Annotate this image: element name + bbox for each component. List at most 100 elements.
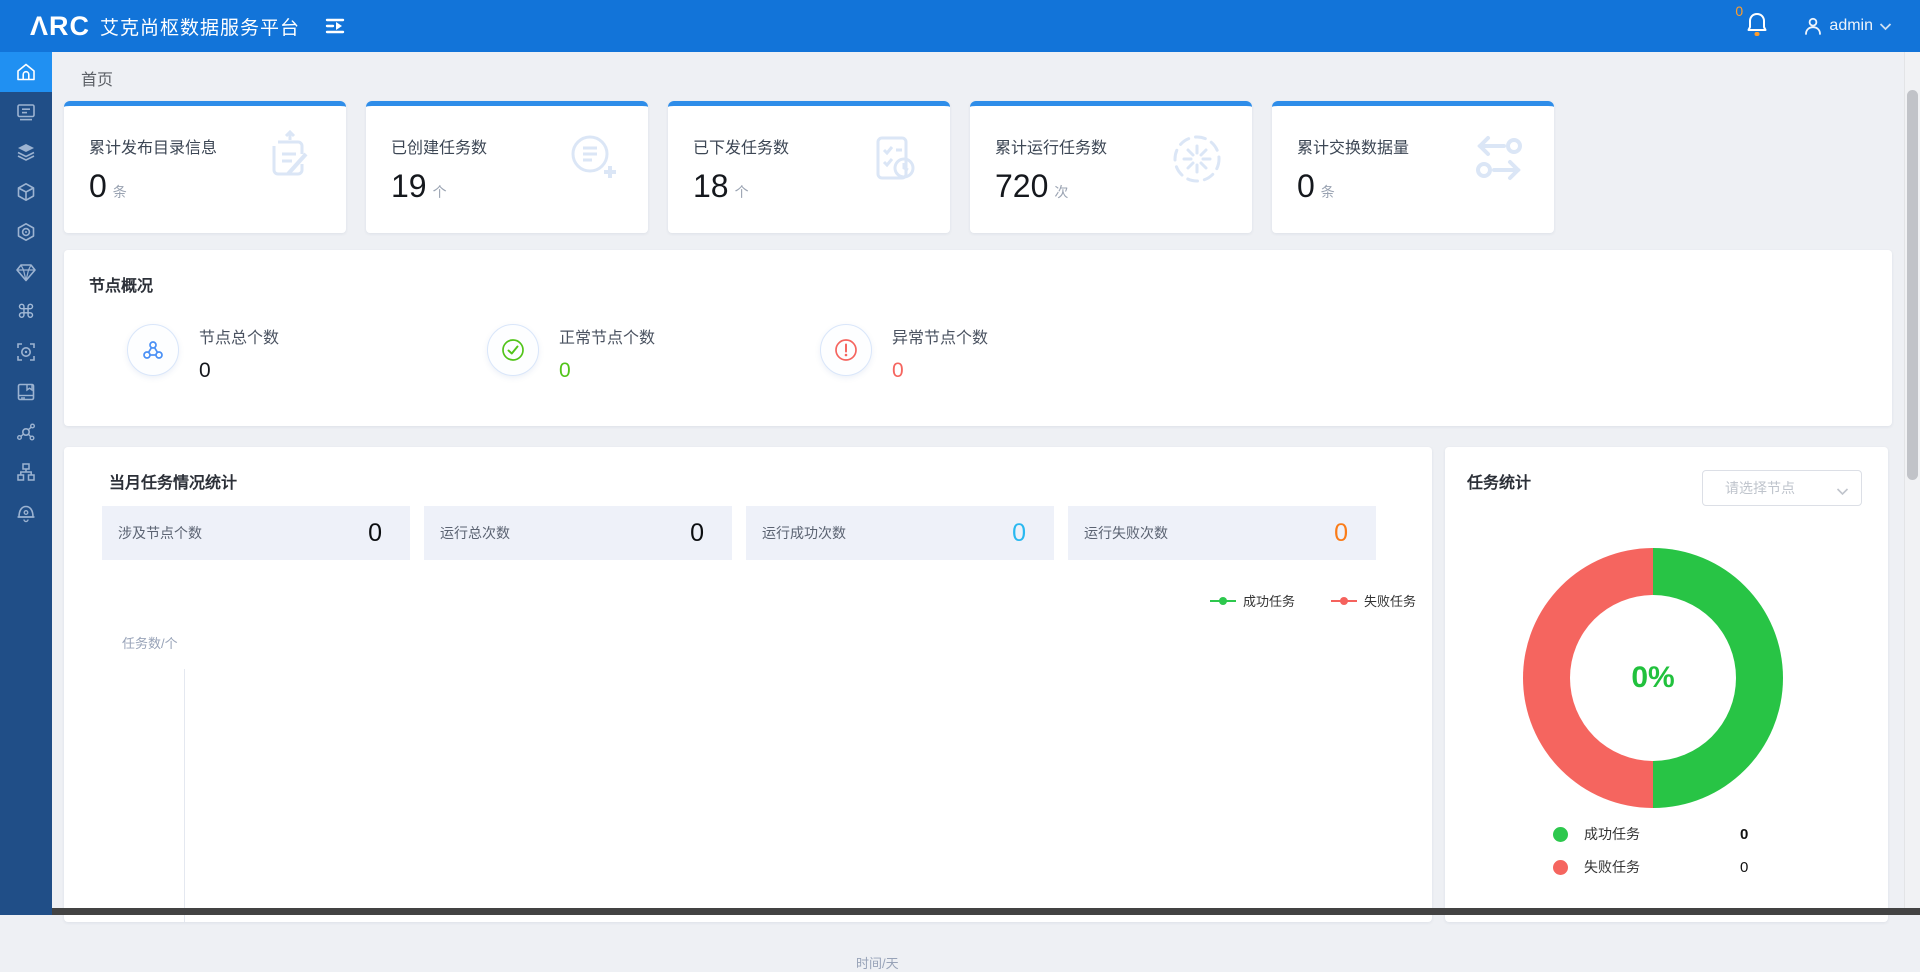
pie-value: 0 bbox=[1740, 826, 1748, 843]
bell-icon bbox=[1745, 11, 1769, 37]
sidebar-item-gem[interactable] bbox=[0, 252, 52, 292]
stat-label: 累计交换数据量 bbox=[1297, 134, 1409, 158]
line-chart-legend: 成功任务 失败任务 bbox=[1210, 591, 1416, 610]
x-axis-label: 时间/天 bbox=[856, 953, 899, 972]
home-icon bbox=[15, 61, 37, 83]
node-abnormal-item: 异常节点个数 0 bbox=[820, 324, 988, 383]
pie-label: 失败任务 bbox=[1584, 857, 1704, 877]
username: admin bbox=[1829, 17, 1873, 35]
sidebar-item-archive[interactable] bbox=[0, 372, 52, 412]
stat-box-failed-runs: 运行失败次数 0 bbox=[1068, 506, 1376, 560]
sidebar-item-layers[interactable] bbox=[0, 132, 52, 172]
sitemap-icon bbox=[15, 461, 37, 483]
stat-card-created-tasks: 已创建任务数 19 个 bbox=[366, 101, 648, 233]
alarm-icon bbox=[15, 501, 37, 523]
notification-bell[interactable]: 0 bbox=[1745, 11, 1769, 42]
document-edit-icon bbox=[260, 128, 322, 195]
stat-value: 720 bbox=[995, 168, 1048, 205]
y-axis-label: 任务数/个 bbox=[122, 633, 178, 652]
sidebar-item-home[interactable] bbox=[0, 52, 52, 92]
stat-card-catalog: 累计发布目录信息 0 条 bbox=[64, 101, 346, 233]
green-dot-icon bbox=[1553, 827, 1568, 842]
pie-value: 0 bbox=[1740, 859, 1748, 876]
notification-badge: 0 bbox=[1735, 3, 1743, 19]
warning-circle-icon bbox=[820, 324, 872, 376]
gem-icon bbox=[15, 261, 37, 283]
node-value: 0 bbox=[892, 359, 988, 383]
scan-target-icon bbox=[15, 341, 37, 363]
pie-label: 成功任务 bbox=[1584, 824, 1704, 844]
stat-card-run-tasks: 累计运行任务数 720 次 bbox=[970, 101, 1252, 233]
stat-unit: 条 bbox=[113, 182, 127, 202]
stat-label: 累计运行任务数 bbox=[995, 134, 1107, 158]
task-clock-icon bbox=[864, 128, 926, 195]
breadcrumb[interactable]: 首页 bbox=[81, 66, 113, 90]
box-value: 0 bbox=[1012, 519, 1026, 548]
section-title: 当月任务情况统计 bbox=[109, 469, 237, 493]
stat-value: 19 bbox=[391, 168, 427, 205]
chevron-down-icon bbox=[1836, 483, 1849, 501]
sidebar-item-monitor[interactable] bbox=[0, 92, 52, 132]
node-select[interactable]: 请选择节点 bbox=[1702, 470, 1862, 506]
sidebar-nav: ⌘ bbox=[0, 52, 52, 915]
stat-card-dispatched-tasks: 已下发任务数 18 个 bbox=[668, 101, 950, 233]
swap-arrows-icon bbox=[1468, 128, 1530, 195]
stat-value: 18 bbox=[693, 168, 729, 205]
stat-label: 已下发任务数 bbox=[693, 134, 789, 158]
stat-unit: 个 bbox=[433, 182, 447, 202]
stat-label: 已创建任务数 bbox=[391, 134, 487, 158]
stat-box-nodes: 涉及节点个数 0 bbox=[102, 506, 410, 560]
monitor-icon bbox=[15, 101, 37, 123]
box-value: 0 bbox=[690, 519, 704, 548]
node-overview-section: 节点概况 节点总个数 0 bbox=[64, 250, 1892, 426]
stat-card-exchanged-data: 累计交换数据量 0 条 bbox=[1272, 101, 1554, 233]
cube-3d-icon bbox=[15, 181, 37, 203]
arc-logo: ΛRC bbox=[30, 13, 90, 40]
pie-legend-fail[interactable]: 失败任务 0 bbox=[1553, 857, 1748, 877]
stat-unit: 次 bbox=[1054, 182, 1068, 202]
scrollbar-thumb[interactable] bbox=[1907, 90, 1918, 480]
legend-label: 失败任务 bbox=[1364, 591, 1416, 610]
node-value: 0 bbox=[199, 359, 279, 383]
scrollbar-track[interactable] bbox=[1904, 52, 1920, 915]
sidebar-item-scan[interactable] bbox=[0, 332, 52, 372]
donut-percentage: 0% bbox=[1631, 661, 1674, 695]
box-label: 涉及节点个数 bbox=[118, 523, 202, 543]
sidebar-item-share[interactable] bbox=[0, 412, 52, 452]
donut-center: 0% bbox=[1570, 595, 1736, 761]
check-circle-icon bbox=[487, 324, 539, 376]
select-placeholder: 请选择节点 bbox=[1725, 478, 1795, 498]
app-header: ΛRC 艾克尚枢数据服务平台 0 admin bbox=[0, 0, 1920, 52]
legend-fail[interactable]: 失败任务 bbox=[1331, 591, 1416, 610]
y-axis-line bbox=[184, 669, 185, 922]
node-label: 异常节点个数 bbox=[892, 324, 988, 348]
stat-value: 0 bbox=[89, 168, 107, 205]
line-dot-icon bbox=[1331, 597, 1357, 605]
box-label: 运行总次数 bbox=[440, 523, 510, 543]
sidebar-item-alarm[interactable] bbox=[0, 492, 52, 532]
user-icon bbox=[1803, 16, 1823, 36]
node-label: 节点总个数 bbox=[199, 324, 279, 348]
stat-unit: 条 bbox=[1321, 182, 1335, 202]
sidebar-item-boxed-gear[interactable] bbox=[0, 212, 52, 252]
donut-chart[interactable]: 0% bbox=[1523, 548, 1783, 808]
user-menu[interactable]: admin bbox=[1803, 16, 1892, 36]
legend-success[interactable]: 成功任务 bbox=[1210, 591, 1295, 610]
pie-legend-success[interactable]: 成功任务 0 bbox=[1553, 824, 1748, 844]
box-value: 0 bbox=[1334, 519, 1348, 548]
share-network-icon bbox=[15, 421, 37, 443]
node-total-item: 节点总个数 0 bbox=[127, 324, 279, 383]
sidebar-item-sitemap[interactable] bbox=[0, 452, 52, 492]
stat-unit: 个 bbox=[735, 182, 749, 202]
sidebar-item-command[interactable]: ⌘ bbox=[0, 292, 52, 332]
stat-box-total-runs: 运行总次数 0 bbox=[424, 506, 732, 560]
cluster-icon bbox=[127, 324, 179, 376]
box-value: 0 bbox=[368, 519, 382, 548]
red-dot-icon bbox=[1553, 860, 1568, 875]
stat-box-success-runs: 运行成功次数 0 bbox=[746, 506, 1054, 560]
stat-label: 累计发布目录信息 bbox=[89, 134, 217, 158]
monthly-task-section: 当月任务情况统计 涉及节点个数 0 运行总次数 0 运行成功次数 0 运行失败次… bbox=[64, 447, 1432, 922]
section-title: 节点概况 bbox=[89, 272, 153, 296]
sidebar-item-cube[interactable] bbox=[0, 172, 52, 212]
menu-fold-icon[interactable] bbox=[324, 15, 346, 37]
